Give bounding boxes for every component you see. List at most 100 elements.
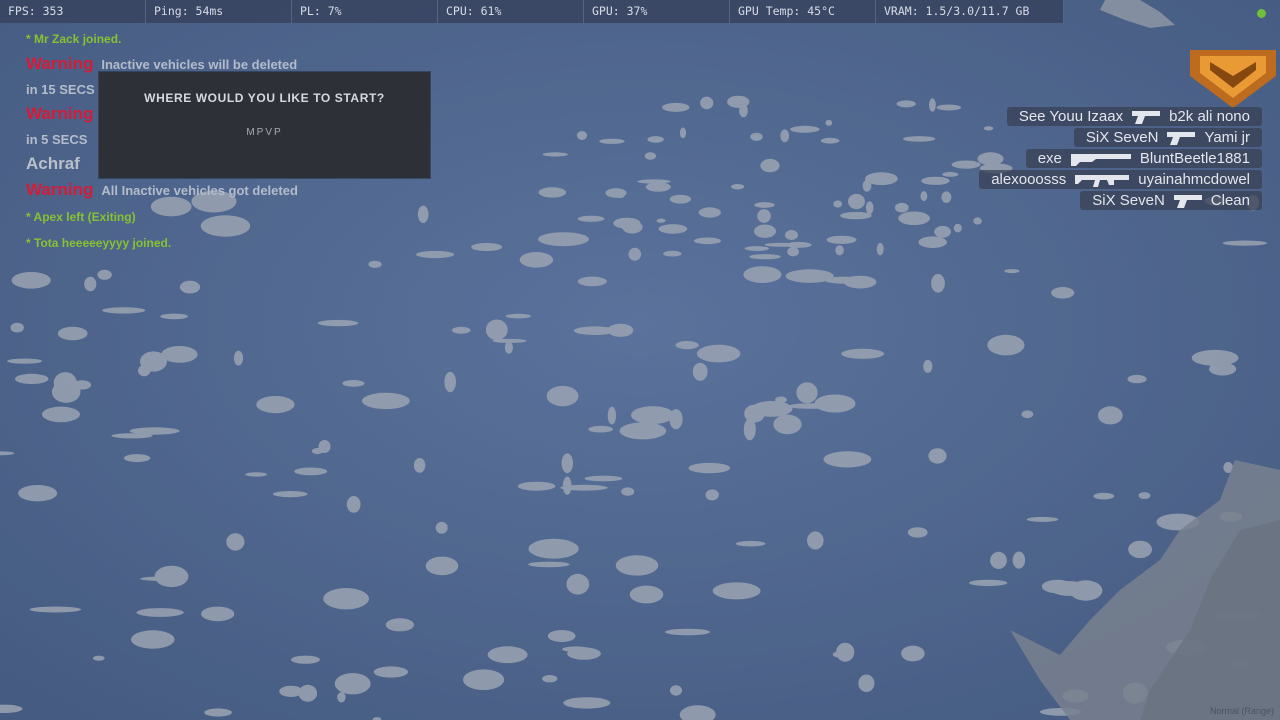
cloud bbox=[675, 341, 699, 350]
cloud bbox=[615, 555, 659, 576]
cloud bbox=[712, 582, 761, 600]
cloud bbox=[542, 675, 558, 683]
packet-loss-stat: PL: 7% bbox=[292, 0, 438, 23]
cloud bbox=[291, 655, 320, 664]
cloud bbox=[1191, 349, 1239, 366]
cloud bbox=[542, 152, 568, 157]
cloud bbox=[751, 401, 793, 417]
cloud bbox=[858, 674, 875, 693]
warning-text: Inactive vehicles will be deleted bbox=[101, 57, 298, 72]
cloud bbox=[1051, 287, 1075, 299]
cloud bbox=[97, 269, 112, 280]
cloud bbox=[463, 669, 505, 690]
killer-name: SiX SeveN bbox=[1085, 129, 1159, 146]
cpu-stat: CPU: 61% bbox=[438, 0, 584, 23]
cloud bbox=[833, 200, 843, 208]
chat-join-message: * Tota heeeeeyyyy joined. bbox=[26, 236, 172, 250]
cloud bbox=[210, 217, 222, 222]
cloud bbox=[200, 215, 251, 237]
cloud bbox=[628, 247, 642, 261]
cloud bbox=[820, 137, 840, 144]
cloud bbox=[670, 685, 682, 696]
cloud bbox=[1128, 540, 1152, 559]
cloud bbox=[644, 152, 657, 160]
cloud bbox=[848, 193, 865, 210]
cloud bbox=[346, 496, 361, 513]
cloud bbox=[18, 485, 58, 502]
cloud bbox=[826, 235, 857, 244]
cloud bbox=[256, 396, 295, 414]
cloud bbox=[451, 326, 471, 334]
cloud bbox=[342, 380, 365, 387]
cloud bbox=[621, 487, 635, 496]
cloud bbox=[840, 211, 872, 220]
pistol-icon bbox=[1166, 130, 1196, 146]
cloud bbox=[7, 358, 43, 364]
cloud bbox=[131, 630, 175, 649]
cloud bbox=[825, 119, 833, 126]
cloud bbox=[669, 194, 692, 204]
cloud bbox=[102, 307, 146, 314]
cloud bbox=[1021, 410, 1034, 419]
cloud bbox=[11, 272, 51, 289]
cloud bbox=[694, 237, 721, 245]
cloud bbox=[921, 176, 950, 185]
cloud bbox=[902, 136, 936, 142]
cloud bbox=[619, 422, 667, 440]
cloud bbox=[841, 348, 885, 359]
cloud bbox=[317, 319, 359, 327]
cloud bbox=[941, 191, 952, 203]
cloud bbox=[584, 475, 623, 482]
cloud bbox=[563, 697, 611, 709]
chat-player-name: Achraf bbox=[26, 154, 80, 173]
killer-name: See Youu Izaax bbox=[1018, 108, 1124, 125]
cloud bbox=[413, 458, 426, 473]
cloud bbox=[573, 326, 617, 336]
kill-feed-entry: SiX SeveN Yami jr bbox=[1073, 128, 1262, 147]
cloud bbox=[57, 326, 88, 341]
cloud bbox=[865, 172, 898, 186]
cloud bbox=[577, 215, 605, 222]
cloud bbox=[566, 573, 590, 595]
chat-warning-message: Warning Inactive vehicles will be deleted bbox=[26, 54, 297, 74]
cloud bbox=[698, 207, 721, 218]
cloud bbox=[10, 322, 24, 333]
chat-warning-message: Warning All Inactive vehicles got deleted bbox=[26, 180, 298, 200]
chat-join-message: * Mr Zack joined. bbox=[26, 32, 122, 46]
cloud bbox=[637, 179, 671, 184]
warning-label: Warning bbox=[26, 54, 94, 73]
cloud bbox=[898, 211, 930, 226]
cloud bbox=[1004, 269, 1020, 274]
cloud bbox=[160, 313, 189, 320]
cloud bbox=[576, 131, 588, 140]
cloud bbox=[588, 425, 613, 433]
kill-feed-entry: SiX SeveN Clean bbox=[1080, 191, 1262, 210]
cloud bbox=[607, 406, 617, 425]
killer-name: alexooosss bbox=[991, 171, 1067, 188]
cloud bbox=[233, 350, 244, 366]
cloud bbox=[934, 225, 951, 238]
cloud bbox=[936, 104, 962, 111]
cloud bbox=[226, 533, 245, 551]
victim-name: uyainahmcdowel bbox=[1138, 171, 1250, 188]
cloud bbox=[245, 472, 268, 477]
cloud bbox=[323, 588, 369, 610]
pistol-icon bbox=[1173, 193, 1203, 209]
spawn-option-button[interactable]: MPVP bbox=[217, 123, 312, 143]
kill-feed-entry: alexooosss uyainahmcdowel bbox=[979, 170, 1262, 189]
cloud bbox=[785, 230, 798, 240]
cloud bbox=[161, 346, 198, 363]
cloud bbox=[279, 685, 303, 697]
cloud bbox=[204, 708, 232, 717]
warning-label: Warning bbox=[26, 104, 94, 123]
cloud bbox=[528, 538, 579, 559]
cloud bbox=[1012, 551, 1026, 569]
cloud bbox=[658, 224, 688, 234]
cloud bbox=[154, 565, 189, 588]
cloud bbox=[517, 481, 556, 491]
dialog-title: WHERE WOULD YOU LIKE TO START? bbox=[144, 91, 385, 105]
cloud bbox=[894, 202, 909, 213]
cloud bbox=[735, 540, 766, 547]
warning-label: Warning bbox=[26, 180, 94, 199]
cloud bbox=[111, 433, 153, 439]
